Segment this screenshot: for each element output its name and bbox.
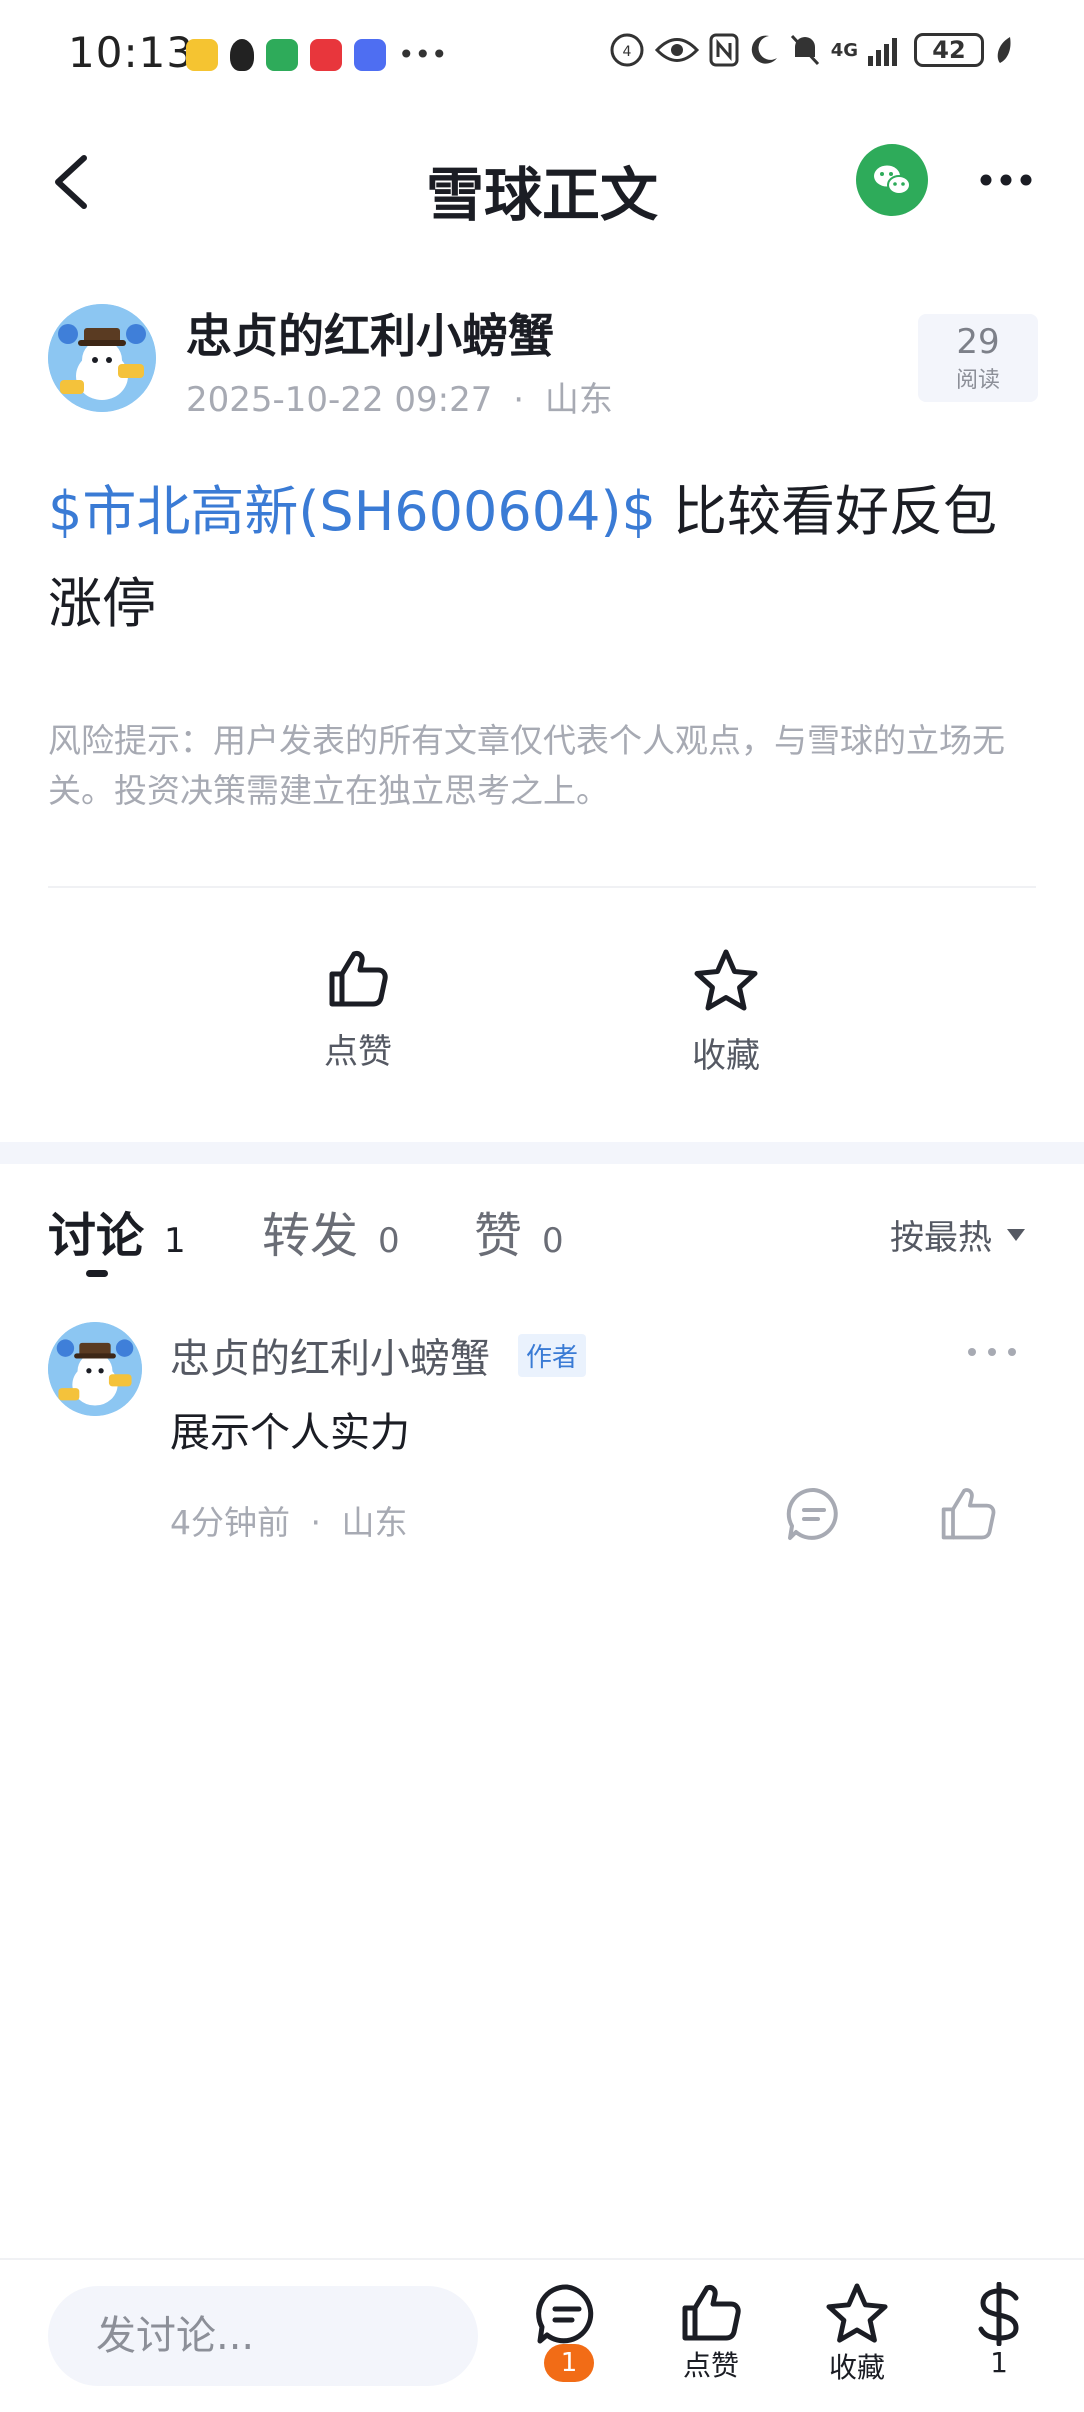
more-notifications-icon: ••• (398, 38, 448, 71)
like-button[interactable]: 点赞 (278, 948, 438, 1073)
status-bar: 10:13 ••• 4 4G 42 (0, 0, 1084, 110)
comment-like-icon[interactable] (938, 1484, 998, 1544)
star-icon (694, 949, 758, 1011)
author-name[interactable]: 忠贞的红利小螃蟹 (186, 300, 554, 366)
bottom-like-button[interactable]: 点赞 (656, 2282, 766, 2384)
battery-indicator: 42 (914, 33, 984, 67)
stock-tag-link[interactable]: $市北高新(SH600604)$ (48, 480, 656, 543)
svg-text:4: 4 (622, 44, 631, 60)
status-app-icons: ••• (186, 38, 448, 71)
comment-time: 4分钟前 (170, 1503, 290, 1542)
qq-icon (230, 38, 254, 71)
network-type-label: 4G (830, 39, 858, 61)
read-label: 阅读 (955, 368, 1000, 393)
post-location: 山东 (544, 380, 613, 420)
read-count: 29 (956, 322, 1000, 362)
comment-text: 展示个人实力 (170, 1410, 410, 1456)
star-icon (826, 2283, 888, 2343)
bottom-comment-button[interactable]: 1 (512, 2282, 622, 2382)
caret-down-icon (1007, 1228, 1025, 1241)
comment-input[interactable] (48, 2286, 478, 2386)
tab-label: 赞 (474, 1208, 523, 1264)
more-options-icon[interactable] (976, 160, 1036, 200)
bottom-reward-button[interactable]: 1 (944, 2282, 1054, 2379)
comment-meta: 4分钟前 · 山东 (170, 1496, 408, 1544)
crab-mascot-image (48, 304, 156, 412)
bottom-like-label: 点赞 (682, 2349, 739, 2382)
comment-author[interactable]: 忠贞的红利小螃蟹 (170, 1326, 490, 1384)
comment-more-icon[interactable] (964, 1338, 1020, 1366)
tab-discussion[interactable]: 讨论 1 (48, 1196, 186, 1266)
tab-count: 0 (542, 1221, 564, 1261)
reward-count: 1 (990, 2346, 1008, 2379)
wechat-share-button[interactable] (856, 144, 928, 216)
section-divider (0, 1142, 1084, 1164)
nav-bar: 雪球正文 (0, 120, 1084, 244)
comment-count-badge: 1 (544, 2344, 594, 2382)
risk-notice: 风险提示：用户发表的所有文章仅代表个人观点，与雪球的立场无关。投资决策需建立在独… (48, 721, 1005, 810)
meta-separator: · (513, 380, 525, 420)
eye-icon (654, 38, 699, 62)
tab-likes[interactable]: 赞 0 (474, 1196, 564, 1266)
signal-icon (868, 38, 897, 66)
reply-icon[interactable] (786, 1486, 842, 1542)
active-tab-indicator (86, 1270, 108, 1277)
tab-label: 转发 (262, 1208, 359, 1264)
tab-count: 1 (164, 1221, 186, 1261)
crab-mascot-image (48, 1322, 142, 1416)
post-timestamp: 2025-10-22 09:27 (186, 380, 493, 420)
favorite-label: 收藏 (692, 1036, 760, 1076)
author-badge: 作者 (518, 1334, 587, 1377)
moon-icon (751, 35, 777, 64)
weibo-icon (186, 38, 218, 71)
mute-bell-icon (790, 34, 819, 66)
sort-label: 按最热 (890, 1218, 992, 1258)
read-count-box: 29 阅读 (918, 314, 1038, 402)
status-indicators: 4 4G 42 (609, 32, 1014, 68)
sort-dropdown[interactable]: 按最热 (890, 1210, 1026, 1259)
tab-label: 讨论 (48, 1208, 145, 1264)
thumbs-up-icon (682, 2285, 741, 2341)
divider (48, 886, 1036, 888)
dollar-icon (978, 2282, 1019, 2346)
tieba-icon (354, 38, 386, 71)
bottom-favorite-label: 收藏 (828, 2351, 885, 2384)
author-avatar[interactable] (48, 304, 156, 412)
leaf-icon (997, 37, 1011, 63)
comment-location: 山东 (341, 1503, 408, 1542)
comment-avatar[interactable] (48, 1322, 142, 1416)
thumbs-up-icon (329, 951, 388, 1007)
red-app-icon (310, 38, 342, 71)
tab-reposts[interactable]: 转发 0 (262, 1196, 400, 1266)
favorite-button[interactable]: 收藏 (646, 948, 806, 1077)
post-meta: 2025-10-22 09:27 · 山东 (186, 372, 613, 421)
like-label: 点赞 (324, 1032, 392, 1072)
nfc-icon (709, 33, 739, 67)
tab-count: 0 (378, 1221, 400, 1261)
bottom-favorite-button[interactable]: 收藏 (802, 2282, 912, 2386)
wechat-icon (874, 165, 911, 195)
meta-separator: · (310, 1503, 322, 1542)
bottom-action-bar: 1 点赞 收藏 1 (0, 2258, 1084, 2412)
comment-bubble-icon (536, 2284, 594, 2344)
post-body: $市北高新(SH600604)$ 比较看好反包涨停 (48, 466, 1048, 650)
status-time: 10:13 (68, 28, 195, 77)
wechat-status-icon (266, 38, 298, 71)
hd-call-icon: 4 (610, 33, 644, 67)
